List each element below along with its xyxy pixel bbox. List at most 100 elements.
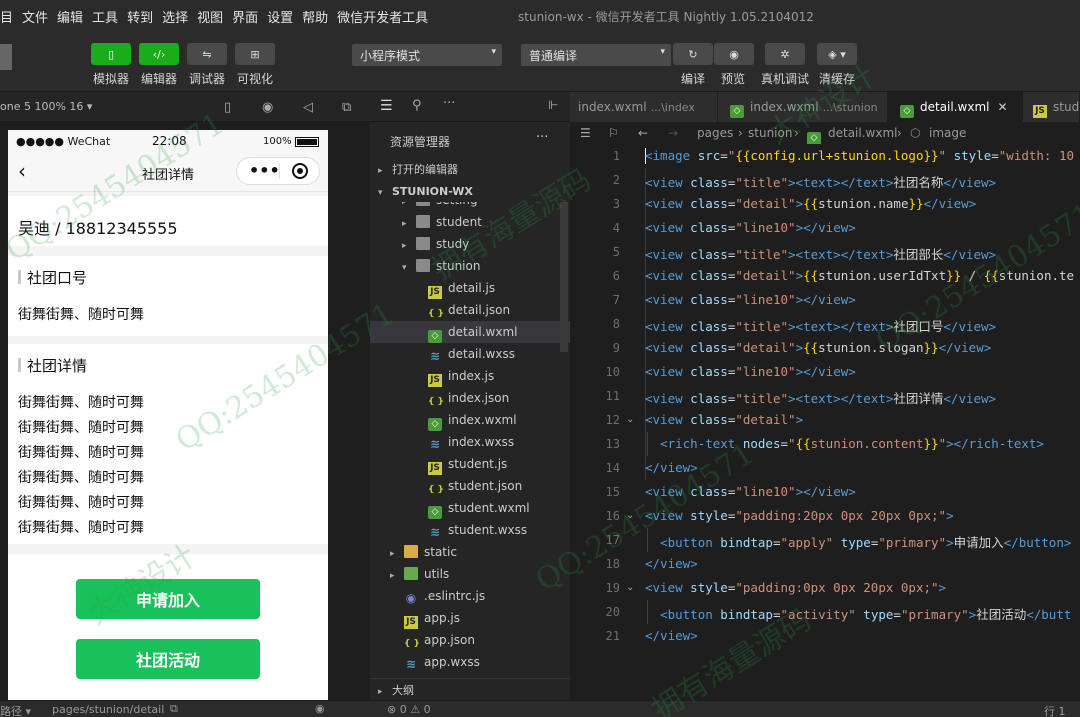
copy-icon[interactable]: ⧉ <box>170 702 178 716</box>
menu-item[interactable]: 设置 <box>267 7 293 26</box>
eye-icon[interactable]: ◉ <box>315 702 325 715</box>
menu-item[interactable]: 视图 <box>197 7 223 26</box>
more-icon[interactable]: ··· <box>536 130 548 145</box>
split-icon[interactable]: ⊩ <box>548 98 558 112</box>
menu-item[interactable]: 帮助 <box>302 7 328 26</box>
folder-icon <box>416 259 430 272</box>
tab-detail-wxml[interactable]: ◇ detail.wxml ✕ <box>888 92 1023 122</box>
folder-row[interactable]: ▾ stunion <box>370 255 570 277</box>
file-row[interactable]: ≋ student.wxss <box>370 519 570 541</box>
phone-icon[interactable]: ▯ <box>224 100 231 115</box>
popout-icon[interactable]: ⧉ <box>342 100 351 115</box>
compile-button[interactable]: ↻ <box>673 43 713 65</box>
menu-item[interactable]: 选择 <box>162 7 188 26</box>
fold-chevron-icon[interactable]: ⌄ <box>626 414 634 425</box>
menu-item[interactable]: 界面 <box>232 7 258 26</box>
main-toolbar: ▯ 模拟器 ‹/› 编辑器 ⇋ 调试器 ⊞ 可视化 小程序模式 ▾ 普通编译 ▾… <box>0 32 1080 92</box>
tree-item-label: detail.json <box>448 303 511 317</box>
chevron-right-icon: ▸ <box>402 241 407 251</box>
file-row[interactable]: ◇ index.wxml <box>370 409 570 431</box>
open-editors-section[interactable]: ▸ 打开的编辑器 <box>370 158 570 180</box>
simulator-toggle-button[interactable]: ▯ <box>91 43 131 65</box>
tab-stunion-index-wxml[interactable]: ◇ index.wxml ...\stunion <box>718 92 888 122</box>
detail-line: 街舞街舞、随时可舞 <box>18 495 144 511</box>
file-row[interactable]: JS detail.js <box>370 277 570 299</box>
club-activity-button[interactable]: 社团活动 <box>76 639 260 679</box>
file-row[interactable]: { } student.json <box>370 475 570 497</box>
menu-item[interactable]: 工具 <box>92 7 118 26</box>
tab-label: index.wxml <box>750 100 819 114</box>
project-section[interactable]: ▾ STUNION-WX <box>370 180 570 202</box>
debugger-toggle-button[interactable]: ⇋ <box>187 43 227 65</box>
code-line: <view style="padding:20px 0px 20px 0px;"… <box>645 508 954 523</box>
volume-icon[interactable]: ◁ <box>303 100 313 115</box>
back-arrow-icon[interactable]: ‹ <box>18 159 26 183</box>
file-row[interactable]: ≋ index.wxss <box>370 431 570 453</box>
breadcrumb-item[interactable]: stunion <box>748 126 792 140</box>
fold-chevron-icon[interactable]: ⌄ <box>626 582 634 593</box>
bookmark-icon[interactable]: ⚐ <box>608 126 619 140</box>
folder-row[interactable]: ▸ study <box>370 233 570 255</box>
menu-item[interactable]: 转到 <box>127 7 153 26</box>
fold-chevron-icon[interactable]: ⌄ <box>626 510 634 521</box>
chevron-right-icon: ▸ <box>402 219 407 229</box>
phone-icon: ▯ <box>107 47 115 61</box>
list-icon[interactable]: ☰ <box>380 98 393 114</box>
compile-mode-select[interactable]: 普通编译 ▾ <box>521 44 671 66</box>
file-row[interactable]: { } detail.json <box>370 299 570 321</box>
list-icon[interactable]: ☰ <box>580 126 591 140</box>
menu-item[interactable]: 文件 <box>22 7 48 26</box>
preview-button[interactable]: ◉ <box>714 43 754 65</box>
file-row[interactable]: JS app.js <box>370 607 570 629</box>
clear-cache-button[interactable]: ◈ ▾ <box>817 43 857 65</box>
file-row[interactable]: ≋ app.wxss <box>370 651 570 673</box>
close-circle-icon[interactable] <box>292 163 308 179</box>
editor-toggle-button[interactable]: ‹/› <box>139 43 179 65</box>
code-line: </view> <box>645 628 698 643</box>
file-row[interactable]: { } index.json <box>370 387 570 409</box>
file-row[interactable]: ◇ detail.wxml <box>370 321 570 343</box>
menu-item[interactable]: 目 <box>0 7 13 26</box>
visual-toggle-button[interactable]: ⊞ <box>235 43 275 65</box>
device-select[interactable]: one 5 100% 16 ▾ <box>0 100 92 113</box>
line-number: 1 <box>612 149 620 163</box>
code-editor[interactable]: <image src="{{config.url+stunion.logo}}"… <box>645 144 1080 700</box>
folder-row[interactable]: ▸setting <box>370 202 570 211</box>
more-icon[interactable]: ··· <box>443 96 455 111</box>
folder-row[interactable]: ▸ student <box>370 211 570 233</box>
folder-row[interactable]: ▸ static <box>370 541 570 563</box>
breadcrumb-item[interactable]: detail.wxml <box>828 126 897 140</box>
problems-count[interactable]: ⊗ 0 ⚠ 0 <box>387 703 431 716</box>
folder-row[interactable]: ▸ utils <box>370 563 570 585</box>
apply-join-button[interactable]: 申请加入 <box>76 579 260 619</box>
avatar[interactable] <box>0 44 12 70</box>
menu-item[interactable]: 微信开发者工具 <box>337 7 428 26</box>
file-row[interactable]: ◉ .eslintrc.js <box>370 585 570 607</box>
path-select[interactable]: 路径 ▾ <box>0 703 31 717</box>
real-device-debug-label: 真机调试 <box>761 72 810 86</box>
tab-index-wxml[interactable]: index.wxml ...\index <box>570 92 718 122</box>
tab-student-js[interactable]: JS stud <box>1023 92 1080 122</box>
file-row[interactable]: { } app.json <box>370 629 570 651</box>
forward-arrow-icon[interactable]: → <box>668 126 678 140</box>
tree-item-label: student.js <box>448 457 508 471</box>
scrollbar[interactable] <box>560 202 568 352</box>
menu-item[interactable]: 编辑 <box>57 7 83 26</box>
visual-label: 可视化 <box>237 72 274 86</box>
real-device-debug-button[interactable]: ✲ <box>765 43 805 65</box>
outline-section[interactable]: ▸ 大纲 <box>370 678 570 700</box>
record-icon[interactable]: ◉ <box>262 100 273 115</box>
member-info-block: 吴迪 / 18812345555 <box>8 196 328 246</box>
breadcrumb-item[interactable]: pages <box>697 126 733 140</box>
file-row[interactable]: JS index.js <box>370 365 570 387</box>
search-icon[interactable]: ⚲ <box>412 98 422 113</box>
close-icon[interactable]: ✕ <box>997 100 1007 114</box>
mode-select[interactable]: 小程序模式 ▾ <box>352 44 502 66</box>
folder-icon <box>404 567 418 580</box>
back-arrow-icon[interactable]: ← <box>638 126 648 140</box>
file-row[interactable]: ≋ detail.wxss <box>370 343 570 365</box>
file-row[interactable]: ◇ student.wxml <box>370 497 570 519</box>
breadcrumb-item[interactable]: image <box>929 126 966 140</box>
more-dots-icon[interactable]: ••• <box>249 161 280 180</box>
file-row[interactable]: JS student.js <box>370 453 570 475</box>
